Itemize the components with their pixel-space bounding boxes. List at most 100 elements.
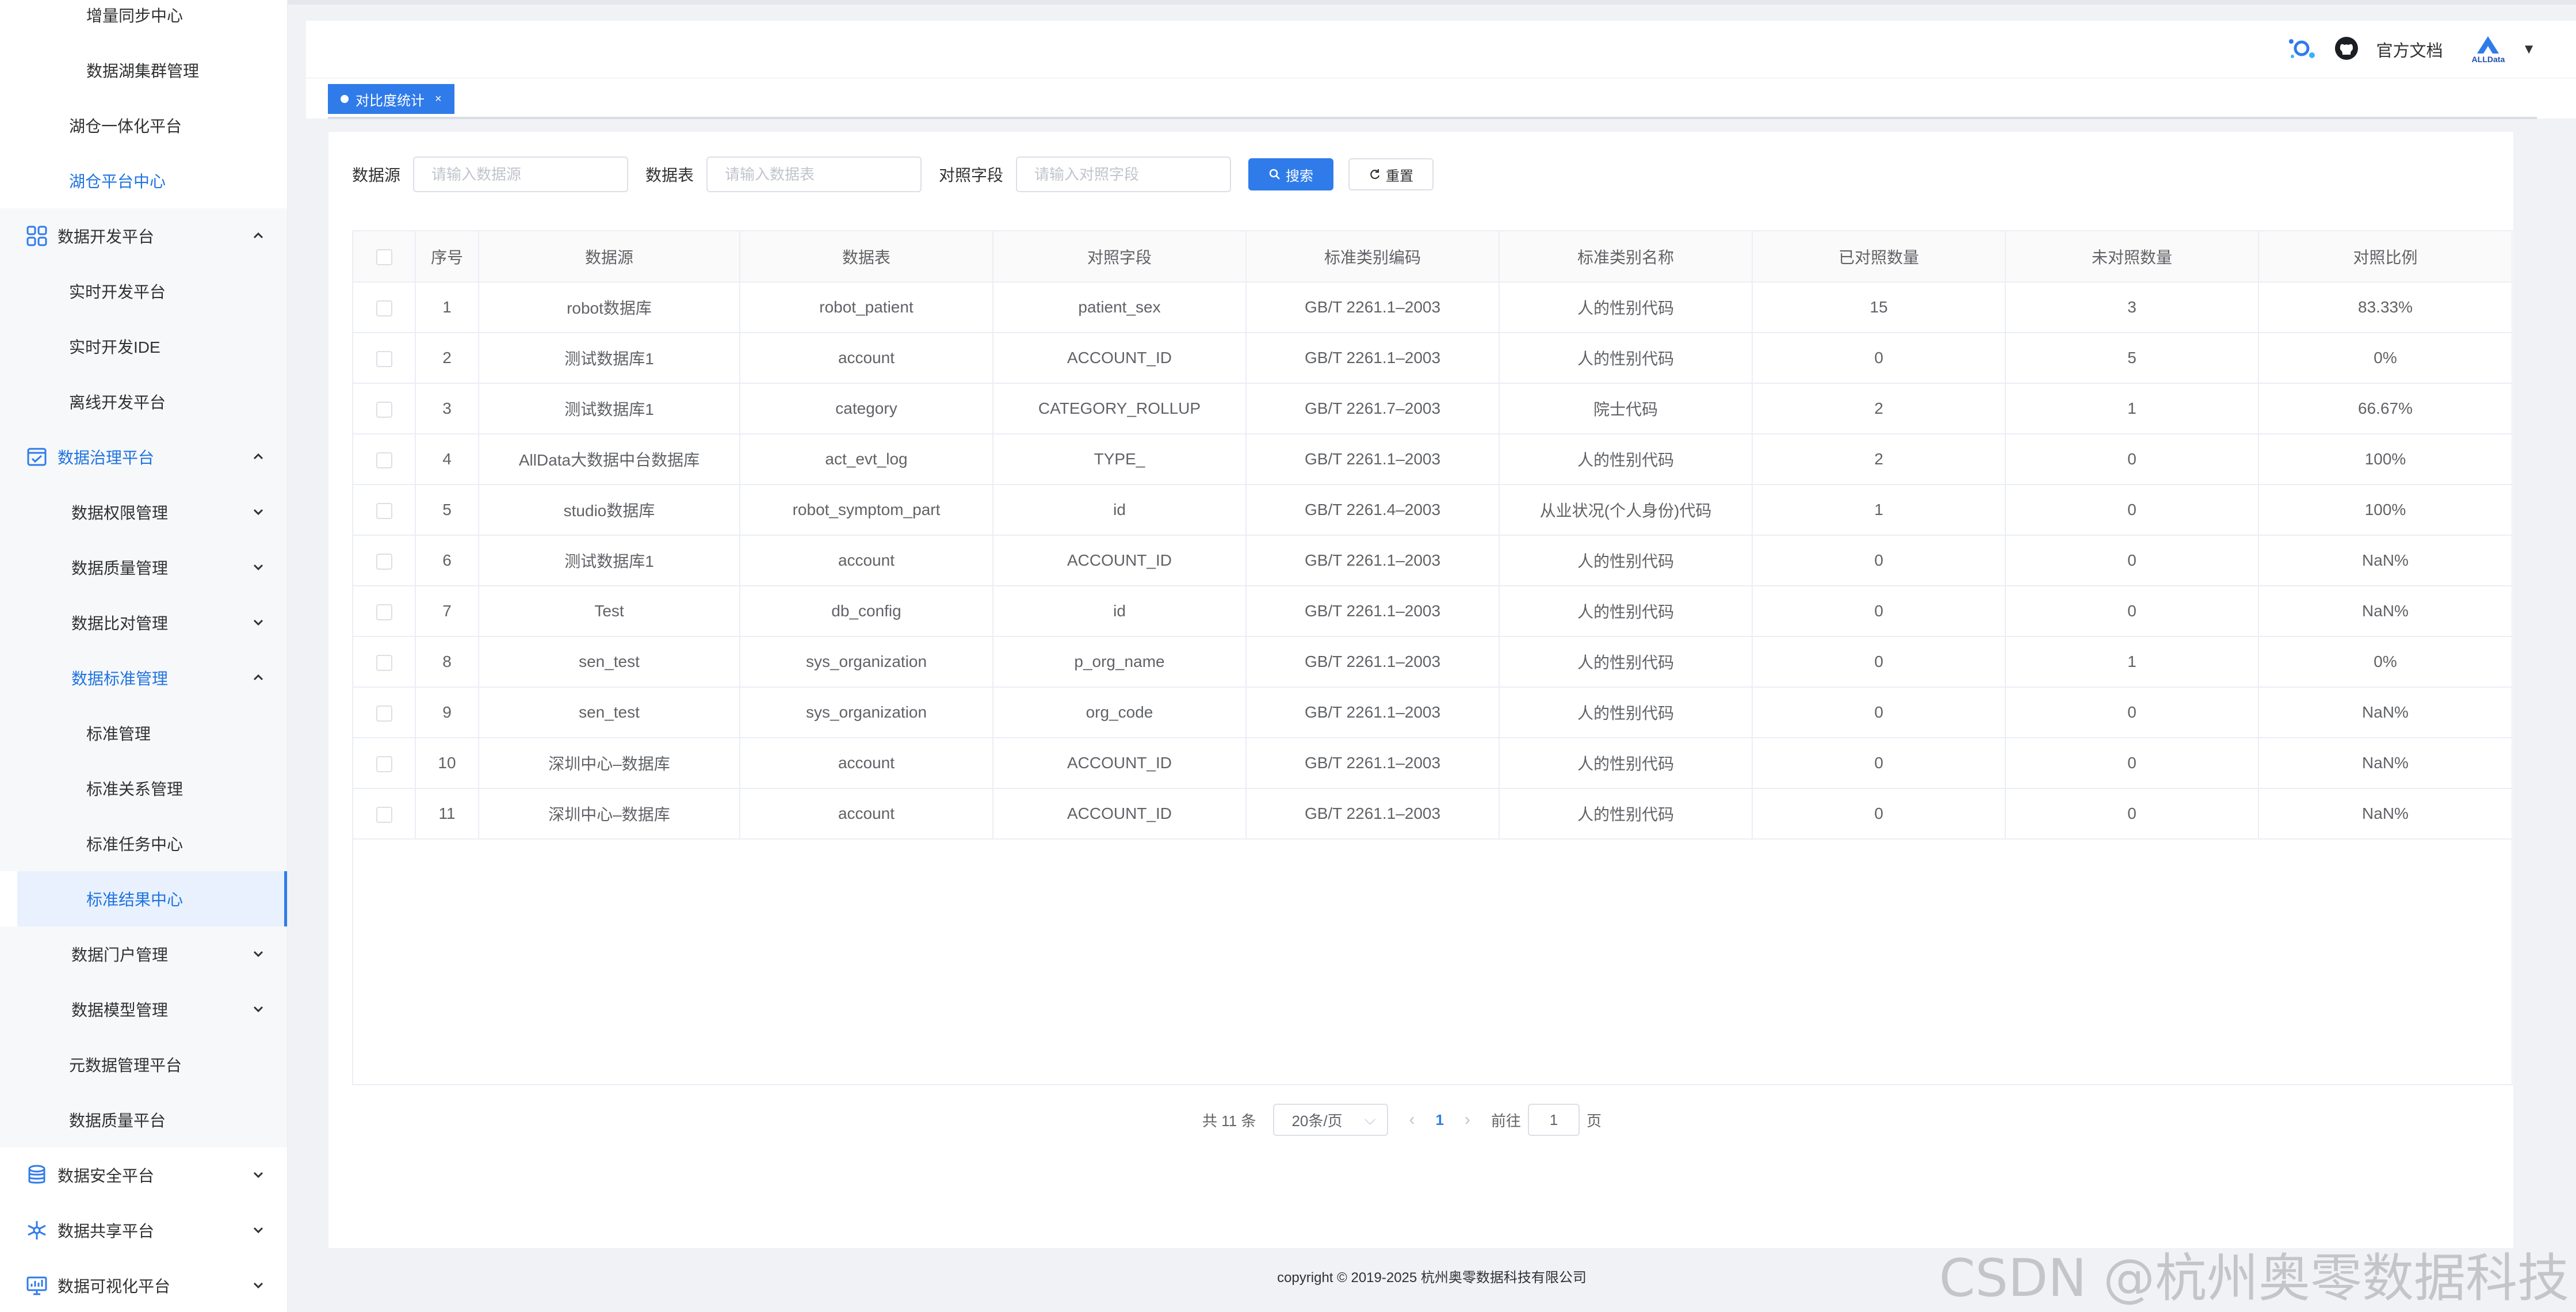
field-input[interactable] [1016,157,1232,192]
sidebar-item-compare[interactable]: 数据比对管理 [0,595,287,650]
sidebar-item-label: 数据质量管理 [71,559,169,577]
prev-page-button[interactable]: ‹ [1409,1110,1415,1130]
datasource-input[interactable] [413,157,629,192]
table-row[interactable]: 7 Test db_config id GB/T 2261.1–2003 人的性别代码 0 0… [353,586,2512,637]
row-checkbox[interactable] [376,452,392,468]
sidebar-item-standard[interactable]: 数据标准管理 [0,650,287,705]
row-checkbox-cell[interactable] [353,383,416,434]
select-all-checkbox[interactable] [376,249,392,266]
database-icon [25,1164,48,1187]
goto-prefix: 前往 [1490,1112,1521,1130]
table-cell: 7 [415,586,479,637]
sidebar-item-offline-dev[interactable]: 离线开发平台 [0,374,287,429]
table-row[interactable]: 3 测试数据库1 category CATEGORY_ROLLUP GB/T 2261.… [353,383,2512,434]
refresh-icon [1370,169,1380,180]
row-checkbox-cell[interactable] [353,485,416,536]
sidebar-item-quality[interactable]: 数据质量管理 [0,540,287,595]
table-cell: GB/T 2261.1–2003 [1246,636,1500,688]
search-icon [1269,169,1280,180]
table-cell: 院士代码 [1499,383,1753,434]
sidebar-item-model[interactable]: 数据模型管理 [0,982,287,1037]
sidebar-item-realtime-ide[interactable]: 实时开发IDE [0,319,287,374]
table-cell: NaN% [2258,788,2512,840]
sidebar-item-standard-task[interactable]: 标准任务中心 [0,816,287,871]
row-checkbox-cell[interactable] [353,282,416,333]
sidebar-item-standard-manage[interactable]: 标准管理 [0,705,287,761]
row-checkbox[interactable] [376,300,392,316]
table-cell: NaN% [2258,738,2512,789]
table-row[interactable]: 4 AllData大数据中台数据库 act_evt_log TYPE_ GB/T 226… [353,434,2512,485]
row-checkbox-cell[interactable] [353,738,416,789]
sidebar-item-metadata[interactable]: 元数据管理平台 [0,1037,287,1092]
close-icon[interactable]: × [435,93,442,106]
user-avatar[interactable]: ALLData [2472,35,2505,64]
ai-assistant-icon[interactable] [2287,36,2317,64]
table-input[interactable] [706,157,922,192]
table-cell: 0 [2005,788,2259,840]
sidebar-group-security[interactable]: 数据安全平台 [0,1147,287,1203]
row-checkbox[interactable] [376,502,392,519]
table-cell: CATEGORY_ROLLUP [993,383,1247,434]
sidebar-item-quality-platform[interactable]: 数据质量平台 [0,1092,287,1147]
row-checkbox[interactable] [376,806,392,823]
table-cell: 6 [415,535,479,586]
sidebar-item-standard-result[interactable]: 标准结果中心 [17,871,287,926]
column-header: 数据源 [479,231,740,283]
table-row[interactable]: 2 测试数据库1 account ACCOUNT_ID GB/T 2261.1–2003… [353,333,2512,384]
row-checkbox-cell[interactable] [353,687,416,738]
table-row[interactable]: 11 深圳中心–数据库 account ACCOUNT_ID GB/T 2261.1–2… [353,788,2512,840]
header-actions: 官方文档 ALLData ▼ [2287,21,2536,78]
total-count: 共 11 条 [1202,1112,1256,1130]
sidebar-item-lakehouse-platform[interactable]: 湖仓一体化平台 [0,98,287,153]
next-page-button[interactable]: › [1465,1110,1470,1130]
table-row[interactable]: 10 深圳中心–数据库 account ACCOUNT_ID GB/T 2261.1–2… [353,738,2512,789]
sidebar-item-incremental-sync[interactable]: 增量同步中心 [0,0,287,43]
sidebar-item-lakehouse-center[interactable]: 湖仓平台中心 [0,153,287,208]
table-cell: 1 [1752,485,2006,536]
reset-button[interactable]: 重置 [1348,158,1434,190]
sidebar-item-standard-relation[interactable]: 标准关系管理 [0,761,287,816]
sidebar-item-realtime-dev[interactable]: 实时开发平台 [0,264,287,319]
docs-link[interactable]: 官方文档 [2376,37,2443,62]
tab-compare-stats[interactable]: 对比度统计 × [328,84,454,114]
page-size-select[interactable]: 20条/页 ⌵ [1273,1104,1389,1136]
caret-down-icon[interactable]: ▼ [2522,41,2536,58]
table-row[interactable]: 5 studio数据库 robot_symptom_part id GB/T 2261.… [353,485,2512,536]
page-number-current[interactable]: 1 [1435,1111,1443,1129]
tags-bar [306,78,2576,119]
sidebar-group-governance[interactable]: 数据治理平台 [0,429,287,485]
row-checkbox[interactable] [376,604,392,620]
row-checkbox-cell[interactable] [353,333,416,384]
datasource-label: 数据源 [352,166,401,184]
row-checkbox-cell[interactable] [353,788,416,840]
sidebar-item-datalake-cluster[interactable]: 数据湖集群管理 [0,43,287,98]
sidebar-item-portal[interactable]: 数据门户管理 [0,926,287,982]
table-cell: ACCOUNT_ID [993,333,1247,384]
row-checkbox-cell[interactable] [353,434,416,485]
table-row[interactable]: 8 sen_test sys_organization p_org_name GB/T … [353,636,2512,688]
row-checkbox-cell[interactable] [353,636,416,688]
sidebar-item-permission[interactable]: 数据权限管理 [0,485,287,540]
row-checkbox[interactable] [376,654,392,671]
row-checkbox[interactable] [376,705,392,722]
table-row[interactable]: 1 robot数据库 robot_patient patient_sex GB/T 22… [353,282,2512,333]
row-checkbox-cell[interactable] [353,586,416,637]
row-checkbox-cell[interactable] [353,535,416,586]
table-cell: GB/T 2261.1–2003 [1246,738,1500,789]
github-icon[interactable] [2334,36,2359,64]
select-all-checkbox-cell[interactable] [353,231,416,283]
row-checkbox[interactable] [376,350,392,367]
row-checkbox[interactable] [376,401,392,418]
table-row[interactable]: 6 测试数据库1 account ACCOUNT_ID GB/T 2261.1–2003… [353,535,2512,586]
sidebar-group-dev-platform[interactable]: 数据开发平台 [0,208,287,264]
row-checkbox[interactable] [376,553,392,570]
sidebar-group-sharing[interactable]: 数据共享平台 [0,1203,287,1258]
table-cell: GB/T 2261.1–2003 [1246,282,1500,333]
search-button[interactable]: 搜索 [1248,158,1334,190]
sidebar-group-visualization[interactable]: 数据可视化平台 [0,1258,287,1312]
sidebar-item-label: 数据门户管理 [71,946,169,964]
column-header: 序号 [415,231,479,283]
table-row[interactable]: 9 sen_test sys_organization org_code GB/T 22… [353,687,2512,738]
row-checkbox[interactable] [376,756,392,772]
goto-page-input[interactable] [1527,1104,1580,1136]
